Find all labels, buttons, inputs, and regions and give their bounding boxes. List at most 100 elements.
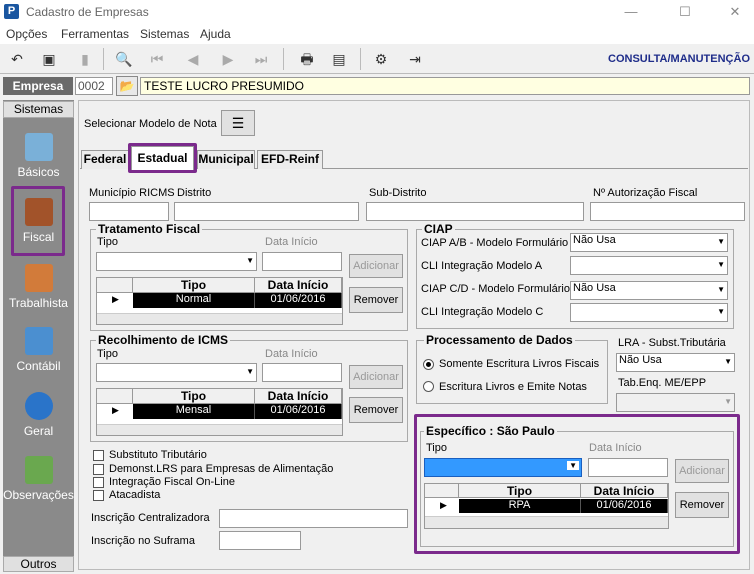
tratamento-tipo-label: Tipo [97,236,118,248]
cli-c-label: CLI Integração Modelo C [421,306,544,318]
undo-icon[interactable]: ↶ [6,49,28,69]
subdistrito-input[interactable] [366,202,584,221]
inscricao-central-label: Inscrição Centralizadora [91,512,210,524]
row-pointer-icon: ▶ [112,405,119,415]
previous-record-icon[interactable]: ◀ [182,49,204,69]
recolhimento-cell-tipo[interactable]: Mensal [133,404,255,419]
autorizacao-input[interactable] [590,202,745,221]
maximize-button[interactable]: ☐ [670,2,700,22]
emite-notas-radio[interactable] [423,381,434,392]
chevron-down-icon: ▼ [717,307,725,316]
especifico-cell-data[interactable]: 01/06/2016 [581,499,668,513]
especifico-data-label: Data Início [589,442,642,454]
horizontal-scrollbar[interactable] [97,424,342,435]
tab-municipal[interactable]: Municipal [197,150,255,169]
exit-icon[interactable]: ⇥ [404,49,426,69]
pen-icon [24,456,53,484]
sidebar-item-geral[interactable]: Geral [3,392,74,438]
recolhimento-cell-data[interactable]: 01/06/2016 [255,404,342,419]
sidebar-item-basicos[interactable]: Básicos [3,133,74,179]
next-record-icon[interactable]: ▶ [217,49,239,69]
menu-sistemas[interactable]: Sistemas [140,27,189,41]
empresa-name-input[interactable]: TESTE LUCRO PRESUMIDO [140,77,750,95]
ciap-cd-label: CIAP C/D - Modelo Formulário [421,283,570,295]
chevron-down-icon: ▼ [717,237,725,246]
especifico-add-button[interactable]: Adicionar [675,459,729,483]
recolhimento-tipo-label: Tipo [97,348,118,360]
menu-ferramentas[interactable]: Ferramentas [61,27,129,41]
tab-enq-select[interactable]: ▼ [616,393,735,412]
emite-notas-label: Escritura Livros e Emite Notas [439,381,587,393]
sidebar-header[interactable]: Sistemas [3,101,74,118]
modelo-nota-button[interactable]: ☰ [221,110,255,136]
last-record-icon[interactable]: ⏭ [250,49,272,69]
close-button[interactable]: ✕ [720,2,750,22]
distrito-input[interactable] [174,202,359,221]
menu-ajuda[interactable]: Ajuda [200,27,231,41]
delete-icon[interactable]: ▮ [74,49,96,69]
especifico-data-input[interactable] [588,458,668,477]
tratamento-cell-tipo[interactable]: Normal [133,293,255,308]
tools-icon[interactable]: ⚙ [370,49,392,69]
sidebar-item-fiscal[interactable]: Fiscal [3,198,74,244]
open-folder-button[interactable]: 📂 [116,76,138,96]
integracao-label: Integração Fiscal On-Line [109,476,235,488]
demonst-checkbox[interactable] [93,464,104,475]
cli-c-select[interactable]: ▼ [570,303,728,322]
print-icon[interactable]: 🖶 [296,49,318,69]
tratamento-cell-data[interactable]: 01/06/2016 [255,293,342,308]
ciap-ab-label: CIAP A/B - Modelo Formulário [421,237,569,249]
especifico-tipo-select[interactable]: ▼ [424,458,582,477]
tab-efd-reinf[interactable]: EFD-Reinf [257,150,323,169]
sidebar-footer[interactable]: Outros [3,556,74,572]
recolhimento-add-button[interactable]: Adicionar [349,365,403,389]
ciap-title: CIAP [422,222,455,236]
sidebar-item-label: Contábil [16,359,61,373]
info-icon [24,392,53,420]
grid-header-tipo: Tipo [133,278,255,293]
save-icon[interactable]: ▣ [38,49,60,69]
integracao-checkbox[interactable] [93,477,104,488]
inscricao-suframa-input[interactable] [219,531,301,550]
search-icon[interactable]: 🔍 [113,49,135,69]
sidebar-item-contabil[interactable]: Contábil [3,327,74,373]
first-record-icon[interactable]: ⏮ [146,49,168,69]
lra-select[interactable]: Não Usa ▼ [616,353,735,372]
folder-icon: 📂 [119,79,135,93]
export-icon[interactable]: ▤ [328,49,350,69]
menu-opcoes[interactable]: Opções [6,27,47,41]
calculator-icon [24,327,53,355]
ciap-cd-select[interactable]: Não Usa ▼ [570,281,728,300]
inscricao-central-input[interactable] [219,509,408,528]
sidebar-item-observacoes[interactable]: Observações [3,456,74,502]
tratamento-remove-button[interactable]: Remover [349,287,403,313]
subdistrito-label: Sub-Distrito [369,187,427,199]
grid-header-data: Data Início [255,389,342,404]
inscricao-suframa-label: Inscrição no Suframa [91,535,195,547]
ciap-ab-select[interactable]: Não Usa ▼ [570,233,728,252]
tratamento-tipo-select[interactable]: ▼ [96,252,257,271]
minimize-button[interactable]: — [616,2,646,22]
tratamento-data-input[interactable] [262,252,342,271]
ciap-ab-value: Não Usa [573,234,616,246]
escritura-livros-radio[interactable] [423,359,434,370]
municipio-input[interactable] [89,202,169,221]
tab-federal[interactable]: Federal [81,150,129,169]
chevron-down-icon: ▼ [246,256,254,265]
mode-label: CONSULTA/MANUTENÇÃO [608,53,750,65]
especifico-remove-button[interactable]: Remover [675,492,729,518]
tratamento-add-button[interactable]: Adicionar [349,254,403,278]
recolhimento-data-input[interactable] [262,363,342,382]
chevron-down-icon: ▼ [246,367,254,376]
atacadista-checkbox[interactable] [93,490,104,501]
cli-a-select[interactable]: ▼ [570,256,728,275]
municipio-label: Município RICMS [89,187,175,199]
substituto-checkbox[interactable] [93,450,104,461]
horizontal-scrollbar[interactable] [97,313,342,324]
especifico-cell-tipo[interactable]: RPA [459,499,581,513]
sidebar-item-trabalhista[interactable]: Trabalhista [3,264,74,310]
empresa-code-input[interactable]: 0002 [75,77,113,95]
recolhimento-tipo-select[interactable]: ▼ [96,363,257,382]
recolhimento-remove-button[interactable]: Remover [349,397,403,423]
horizontal-scrollbar[interactable] [425,516,668,528]
